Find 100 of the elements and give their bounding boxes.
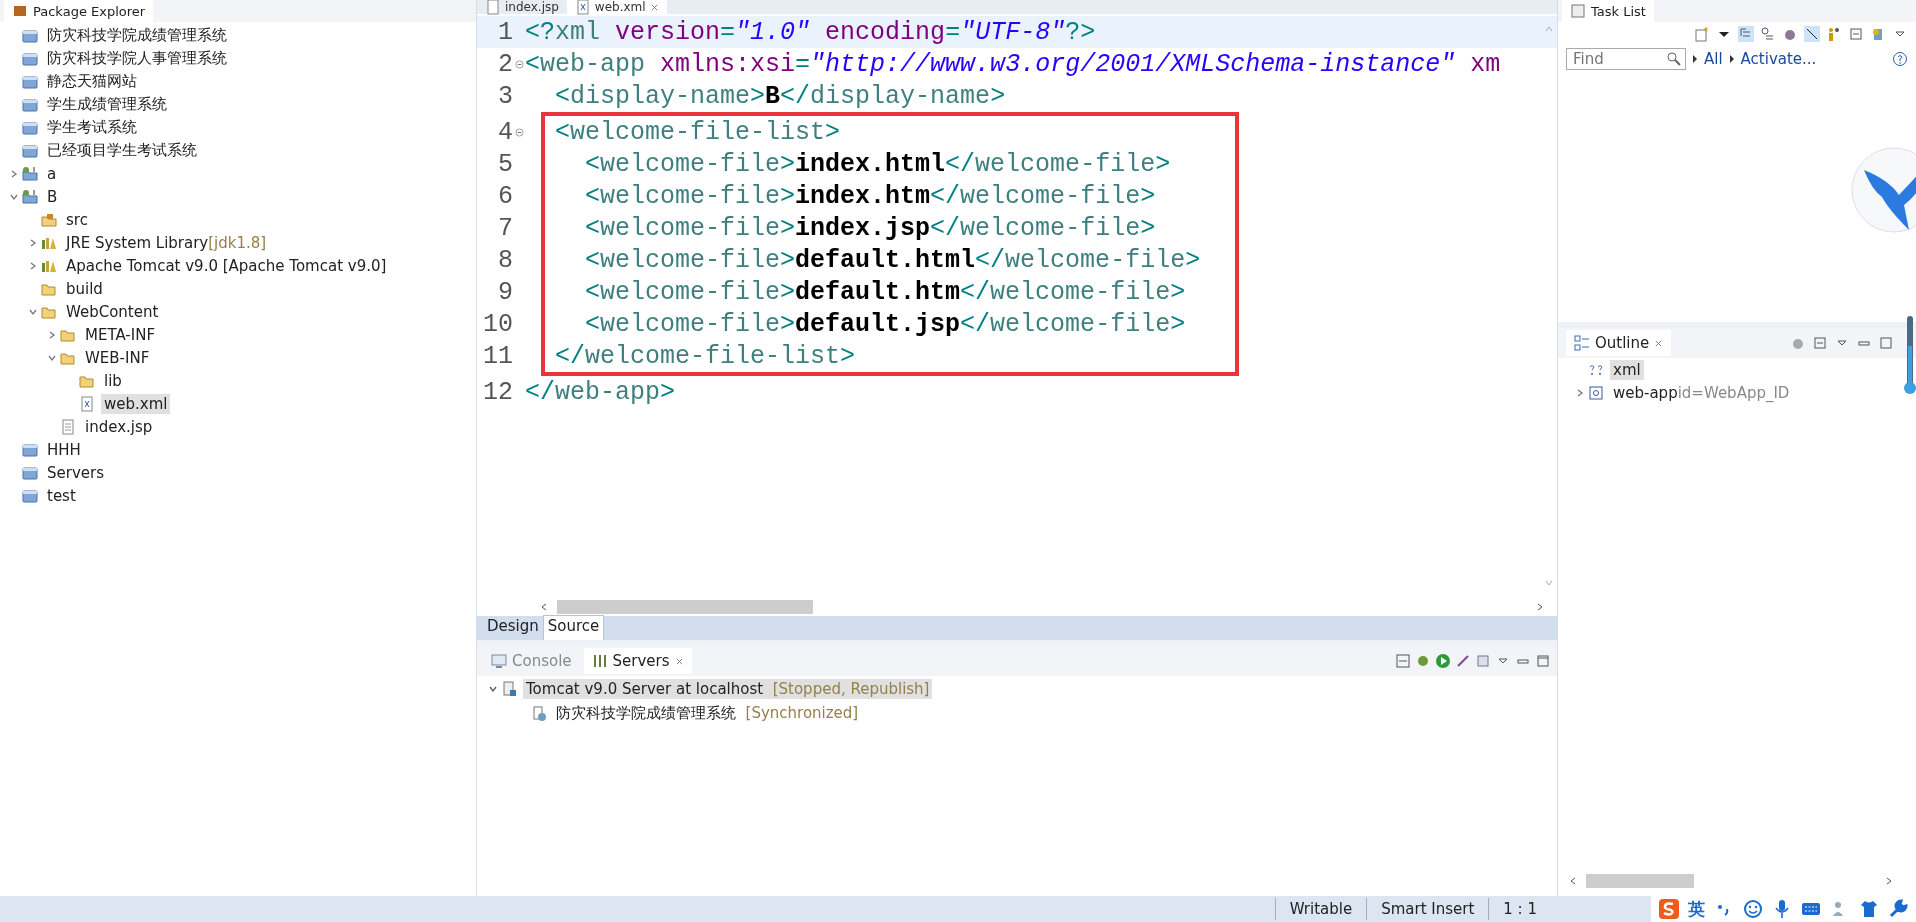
- console-icon: [491, 653, 507, 669]
- tree-item[interactable]: HHH: [44, 439, 84, 460]
- collapse-all-icon[interactable]: [1812, 335, 1828, 351]
- line-number: 8: [497, 245, 513, 275]
- server-icon: [501, 680, 517, 697]
- project-folder-icon: [22, 73, 38, 90]
- mode-tab[interactable]: Source: [542, 615, 605, 640]
- tree-item[interactable]: Apache Tomcat v9.0 [Apache Tomcat v9.0]: [63, 255, 390, 276]
- tree-item[interactable]: a: [44, 163, 60, 184]
- line-number: 7: [497, 213, 513, 243]
- scrollbar-thumb[interactable]: [557, 600, 813, 614]
- tree-item[interactable]: B: [44, 186, 61, 207]
- file-icon: [60, 418, 76, 435]
- mode-tab[interactable]: Design: [483, 616, 543, 640]
- tree-item[interactable]: JRE System Library[jdk1.8]: [63, 232, 270, 253]
- close-icon[interactable]: [674, 656, 684, 666]
- tree-item[interactable]: build: [63, 278, 106, 299]
- line-number: 5: [497, 149, 513, 179]
- code-line: <welcome-file>default.html</welcome-file>: [584, 245, 1201, 275]
- server-item[interactable]: 防灾科技学院成绩管理系统 [Synchronized]: [553, 703, 862, 724]
- line-number: 10: [482, 309, 513, 339]
- tree-item[interactable]: 学生考试系统: [44, 117, 140, 138]
- help-icon[interactable]: [1892, 51, 1908, 67]
- status-field: 1 : 1: [1488, 898, 1551, 920]
- link[interactable]: Activate...: [1740, 50, 1817, 68]
- maximize-icon[interactable]: [1878, 335, 1894, 351]
- tree-item[interactable]: META-INF: [82, 324, 159, 345]
- outline-item[interactable]: xml: [1610, 359, 1644, 380]
- view-title: Package Explorer: [33, 3, 146, 19]
- element-icon: [1588, 384, 1604, 401]
- code-line: <web-app xmlns:xsi="http://www.w3.org/2001/XMLSchema-instance" xm: [525, 49, 1501, 79]
- project-folder-icon: [22, 27, 38, 44]
- view-title: Task List: [1591, 3, 1646, 19]
- code-line: <welcome-file>default.jsp</welcome-file>: [584, 309, 1186, 339]
- line-number: 9: [497, 277, 513, 307]
- smiley-icon[interactable]: [1743, 899, 1763, 919]
- project-folder-icon: [22, 487, 38, 504]
- tree-item[interactable]: WEB-INF: [82, 347, 153, 368]
- project-folder-icon: [22, 464, 38, 481]
- web-project-icon: [22, 165, 38, 182]
- microphone-icon[interactable]: [1772, 899, 1792, 919]
- close-icon[interactable]: [1654, 338, 1664, 348]
- play-icon[interactable]: [1435, 653, 1451, 669]
- search-icon: [1666, 51, 1682, 67]
- tree-item[interactable]: 防灾科技学院人事管理系统: [44, 48, 230, 69]
- view-tab[interactable]: Package Explorer: [4, 0, 154, 22]
- close-icon[interactable]: [649, 2, 659, 12]
- module-icon: [531, 705, 547, 722]
- wrench-icon[interactable]: [1888, 899, 1908, 919]
- shirt-icon[interactable]: [1859, 899, 1879, 919]
- tree-item[interactable]: web.xml: [101, 393, 171, 414]
- server-item[interactable]: Tomcat v9.0 Server at localhost [Stopped, Republish]: [523, 678, 933, 699]
- line-number: 3: [497, 81, 513, 111]
- link[interactable]: All: [1704, 50, 1723, 68]
- code-line: <?xml version="1.0" encoding="UTF-8"?>: [525, 17, 1096, 47]
- new-task-icon[interactable]: [1694, 26, 1710, 42]
- triangle-icon: [1692, 54, 1698, 64]
- package-folder-icon: [41, 211, 57, 228]
- thermometer-icon[interactable]: [1904, 316, 1916, 396]
- code-line: <welcome-file>index.html</welcome-file>: [584, 149, 1171, 179]
- project-folder-icon: [22, 142, 38, 159]
- project-folder-icon: [22, 119, 38, 136]
- outline-item[interactable]: web-appid=WebApp_ID: [1610, 382, 1793, 403]
- code-line: <welcome-file>index.jsp</welcome-file>: [584, 213, 1156, 243]
- tree-item[interactable]: index.jsp: [82, 416, 156, 437]
- tree-item[interactable]: 防灾科技学院成绩管理系统: [44, 25, 230, 46]
- line-number: 4: [497, 117, 513, 147]
- ime-logo-icon[interactable]: [1659, 899, 1679, 919]
- fold-icon[interactable]: [514, 59, 524, 69]
- tree-item[interactable]: 学生成绩管理系统: [44, 94, 170, 115]
- line-number: 2: [497, 49, 513, 79]
- maximize-icon[interactable]: [1535, 653, 1551, 669]
- code-line: <welcome-file>index.htm</welcome-file>: [584, 181, 1156, 211]
- tree-item[interactable]: test: [44, 485, 79, 506]
- collapse-all-icon[interactable]: [1848, 26, 1864, 42]
- status-field: Writable: [1274, 898, 1367, 920]
- project-folder-icon: [22, 96, 38, 113]
- line-number: 11: [482, 341, 513, 371]
- scrollbar-thumb[interactable]: [1586, 874, 1694, 888]
- xml-file-icon: [79, 395, 95, 412]
- view-tab[interactable]: Outline: [1566, 330, 1672, 356]
- outline-icon: [1574, 335, 1590, 351]
- fold-icon[interactable]: [514, 127, 524, 137]
- tree-item[interactable]: lib: [101, 370, 125, 391]
- project-folder-icon: [22, 441, 38, 458]
- tree-item[interactable]: Servers: [44, 462, 107, 483]
- tree-item[interactable]: WebContent: [63, 301, 162, 322]
- code-line: <welcome-file-list>: [554, 117, 841, 147]
- tree-item[interactable]: 静态天猫网站: [44, 71, 140, 92]
- status-field: Smart Insert: [1366, 898, 1489, 920]
- view-tab[interactable]: Servers: [583, 648, 692, 674]
- editor-tab[interactable]: index.jsp: [477, 0, 567, 14]
- line-number: 6: [497, 181, 513, 211]
- editor-tab[interactable]: web.xml: [566, 0, 667, 14]
- task-list-icon: [1570, 3, 1586, 19]
- view-tab[interactable]: Task List: [1562, 0, 1654, 22]
- tree-item[interactable]: src: [63, 209, 91, 230]
- tree-item[interactable]: 已经项目学生考试系统: [44, 140, 200, 161]
- find-field[interactable]: Find: [1566, 48, 1686, 70]
- ime-mode[interactable]: 英: [1688, 897, 1705, 921]
